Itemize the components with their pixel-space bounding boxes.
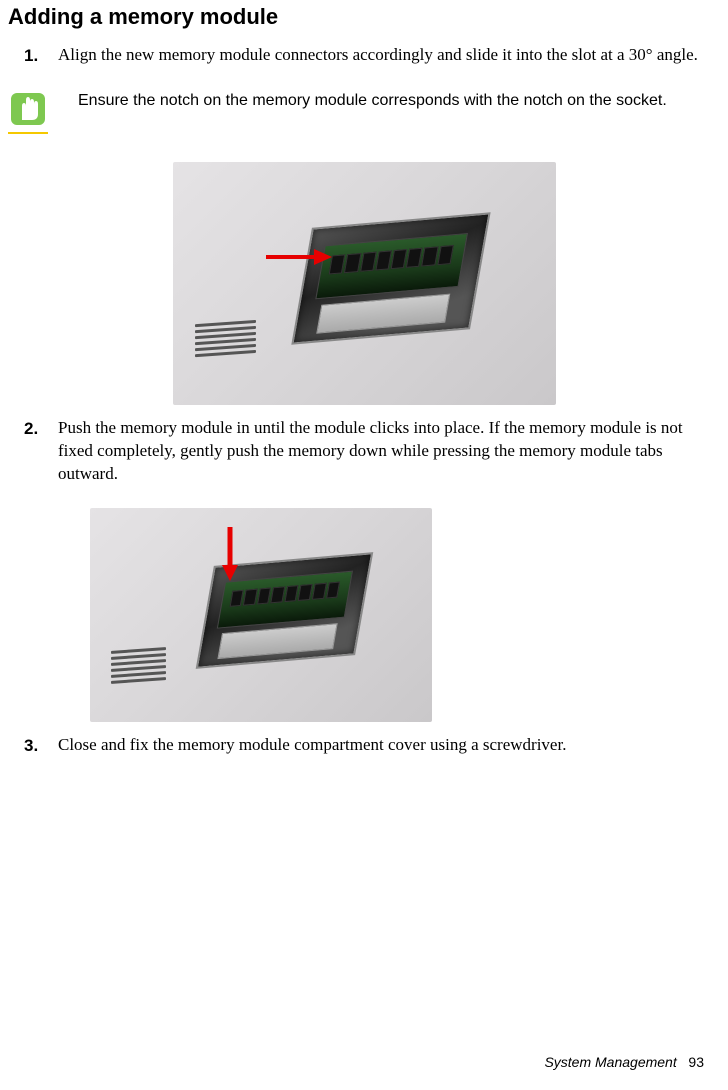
caution-hand-icon <box>8 90 48 134</box>
figure-2-container <box>0 490 728 730</box>
page-footer: System Management 93 <box>544 1054 704 1070</box>
caution-block: Ensure the notch on the memory module co… <box>0 72 728 138</box>
step-1: 1. Align the new memory module connector… <box>0 40 728 72</box>
figure-1 <box>173 162 556 405</box>
arrow-down-icon <box>220 525 240 588</box>
caution-text: Ensure the notch on the memory module co… <box>78 90 720 112</box>
step-2-number: 2. <box>24 417 40 486</box>
figure-2 <box>90 508 432 722</box>
step-3-number: 3. <box>24 734 40 758</box>
step-1-text: Align the new memory module connectors a… <box>58 44 698 68</box>
footer-page-number: 93 <box>688 1054 704 1070</box>
figure-1-container <box>0 138 728 413</box>
page-title: Adding a memory module <box>0 0 728 40</box>
footer-chapter: System Management <box>544 1054 676 1070</box>
step-1-number: 1. <box>24 44 40 68</box>
step-3: 3. Close and fix the memory module compa… <box>0 730 728 762</box>
step-2-text: Push the memory module in until the modu… <box>58 417 720 486</box>
arrow-right-icon <box>264 247 334 272</box>
step-3-text: Close and fix the memory module compartm… <box>58 734 566 758</box>
step-2: 2. Push the memory module in until the m… <box>0 413 728 490</box>
